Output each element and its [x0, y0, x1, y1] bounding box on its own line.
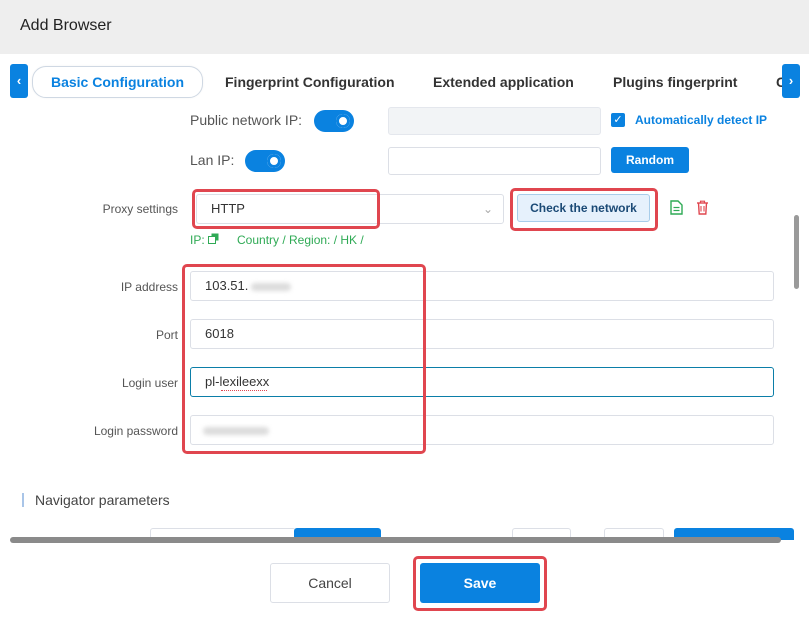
trash-icon[interactable]: [696, 200, 709, 215]
lan-ip-toggle[interactable]: [245, 150, 285, 172]
proxy-type-value: HTTP: [211, 201, 245, 216]
dialog-title: Add Browser: [20, 17, 112, 34]
horizontal-scrollbar[interactable]: [10, 537, 781, 543]
basic-configuration-panel: Public network IP: ✓ Automatically detec…: [0, 105, 809, 540]
login-user-value: pl-lexileexx: [205, 374, 270, 389]
proxy-type-select[interactable]: HTTP ⌄: [196, 194, 504, 224]
port-label: Port: [155, 328, 178, 342]
check-network-button[interactable]: Check the network: [517, 194, 650, 222]
vertical-scrollbar-thumb[interactable]: [794, 215, 799, 289]
navigator-section-title: Navigator parameters: [35, 492, 170, 508]
ip-address-input[interactable]: 103.51.: [190, 271, 774, 301]
public-ip-label: Public network IP:: [190, 112, 303, 128]
tab-plugins-fingerprint[interactable]: Plugins fingerprint: [613, 66, 737, 98]
public-ip-toggle[interactable]: [314, 110, 354, 132]
port-value: 6018: [205, 326, 234, 341]
lan-ip-label: Lan IP:: [190, 152, 235, 168]
spellcheck-underline: [221, 388, 267, 391]
login-password-label: Login password: [93, 424, 178, 438]
ip-address-label: IP address: [120, 280, 178, 294]
document-icon[interactable]: [670, 200, 683, 215]
lan-ip-input[interactable]: [388, 147, 601, 175]
ip-address-value: 103.51.: [205, 278, 249, 293]
login-password-input[interactable]: [190, 415, 774, 445]
cancel-button[interactable]: Cancel: [270, 563, 390, 603]
proxy-ip-label: IP:: [190, 233, 205, 247]
save-button[interactable]: Save: [420, 563, 540, 603]
tab-extended-application[interactable]: Extended application: [433, 66, 574, 98]
tab-scroll-left-icon[interactable]: ‹: [10, 64, 28, 98]
tab-fingerprint-configuration[interactable]: Fingerprint Configuration: [225, 66, 395, 98]
proxy-region-text: Country / Region: / HK /: [237, 233, 364, 247]
redacted-ip: [251, 283, 291, 291]
login-user-input[interactable]: pl-lexileexx: [190, 367, 774, 397]
copy-icon[interactable]: [208, 233, 219, 244]
random-button[interactable]: Random: [611, 147, 689, 173]
dialog-header: Add Browser: [0, 0, 809, 54]
section-marker: [22, 493, 24, 507]
tab-basic-configuration[interactable]: Basic Configuration: [32, 66, 203, 98]
proxy-settings-label: Proxy settings: [102, 202, 178, 216]
auto-detect-checkbox[interactable]: ✓: [611, 113, 625, 127]
redacted-password: [203, 427, 269, 435]
chevron-down-icon: ⌄: [482, 202, 493, 216]
tab-bar: ‹ Basic Configuration Fingerprint Config…: [0, 62, 809, 102]
tab-scroll-right-icon[interactable]: ›: [782, 64, 800, 98]
auto-detect-label: Automatically detect IP: [635, 113, 768, 127]
public-ip-input[interactable]: [388, 107, 601, 135]
port-input[interactable]: 6018: [190, 319, 774, 349]
login-user-label: Login user: [121, 376, 178, 390]
